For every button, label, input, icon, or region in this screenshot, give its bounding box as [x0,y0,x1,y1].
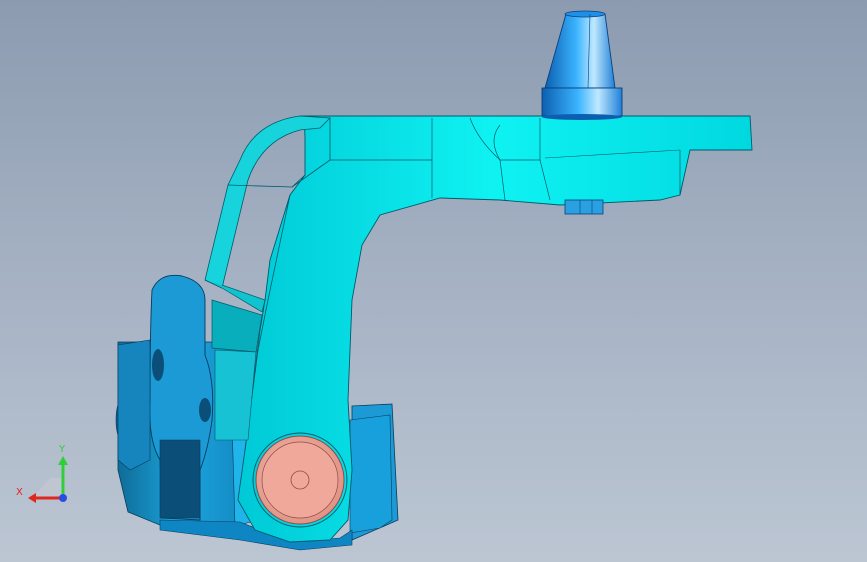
orientation-triad: X Y [10,440,80,510]
cone-nozzle[interactable] [541,10,623,120]
graphics-viewport[interactable]: X Y [0,0,867,562]
stud[interactable] [564,199,604,215]
cad-model[interactable] [0,0,867,562]
triad-plane [32,478,65,498]
x-axis-label: X [16,487,23,498]
z-axis-dot [59,494,67,502]
y-axis-label: Y [58,444,66,455]
